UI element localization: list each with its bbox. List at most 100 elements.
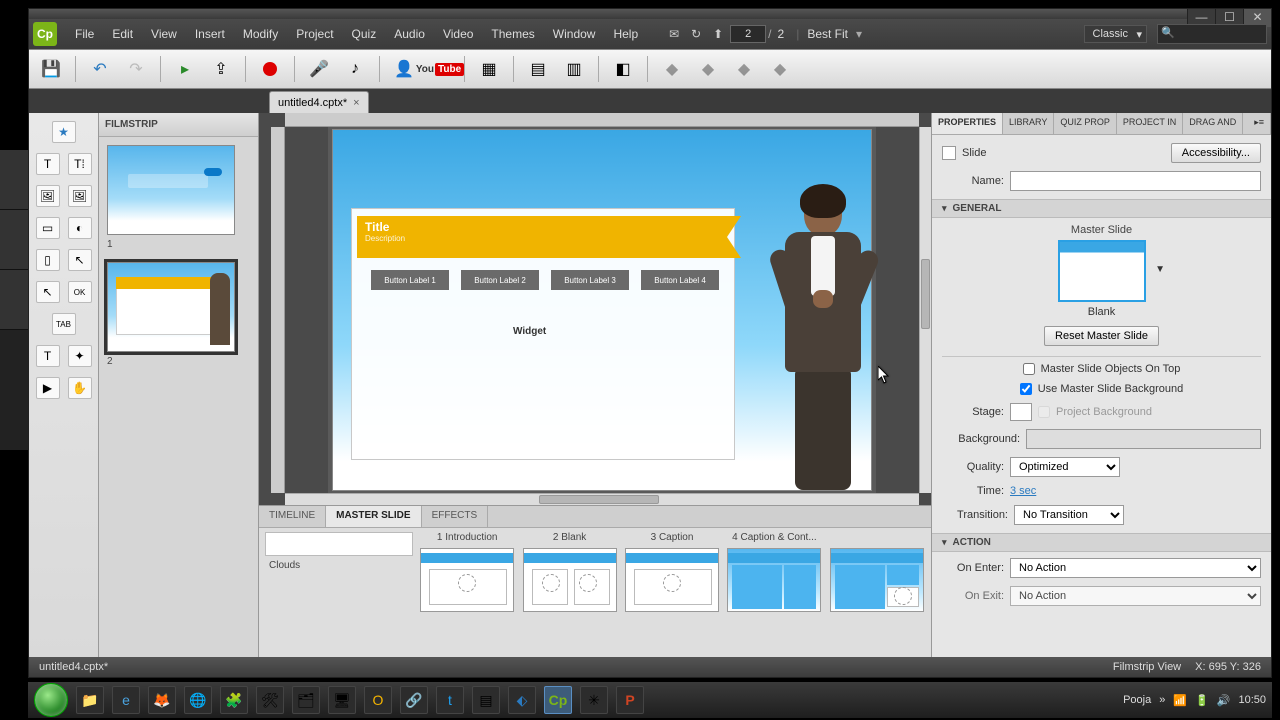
slide-button-1[interactable]: Button Label 1 [371, 270, 449, 290]
tab-drag-and[interactable]: DRAG AND [1183, 113, 1243, 134]
firefox-icon[interactable]: 🦊 [148, 686, 176, 714]
character-actor[interactable] [777, 190, 869, 492]
image-icon[interactable]: 🖼 [36, 185, 60, 207]
menu-window[interactable]: Window [545, 23, 604, 45]
app4-icon[interactable]: 🖥 [328, 686, 356, 714]
menu-insert[interactable]: Insert [187, 23, 233, 45]
chrome-icon[interactable]: 🌐 [184, 686, 212, 714]
dropbox-icon[interactable]: ⬖ [508, 686, 536, 714]
animation-text-icon[interactable]: T [36, 345, 60, 367]
menu-view[interactable]: View [143, 23, 185, 45]
redo-icon[interactable]: ↷ [120, 54, 152, 84]
tray-volume-icon[interactable]: 🔊 [1217, 694, 1231, 707]
transition-select[interactable]: No Transition [1014, 505, 1124, 525]
smart-shape-icon[interactable]: ◐ [68, 217, 92, 239]
master-item-4[interactable]: 4 Caption & Cont... [726, 532, 822, 612]
tab-properties[interactable]: PROPERTIES [932, 113, 1003, 134]
button-tool-icon[interactable]: OK [68, 281, 92, 303]
tray-expand-icon[interactable]: » [1159, 694, 1165, 706]
start-button[interactable] [34, 683, 68, 717]
section-general[interactable]: GENERAL [932, 199, 1271, 218]
tab-master-slide[interactable]: MASTER SLIDE [326, 506, 421, 527]
on-exit-select[interactable]: No Action [1010, 586, 1261, 606]
zoom-dropdown-icon[interactable]: ▾ [850, 27, 862, 41]
app3-icon[interactable]: 🗂 [292, 686, 320, 714]
tab-timeline[interactable]: TIMELINE [259, 506, 326, 527]
publish-icon[interactable]: ⇪ [205, 54, 237, 84]
mouse-icon[interactable]: ↖ [68, 249, 92, 271]
mail-icon[interactable]: ✉ [664, 24, 684, 44]
stage-color-swatch[interactable] [1010, 403, 1032, 421]
tab-effects[interactable]: EFFECTS [422, 506, 489, 527]
title-ribbon[interactable]: Title Description [357, 216, 727, 258]
quality-select[interactable]: Optimized [1010, 457, 1120, 477]
on-enter-select[interactable]: No Action [1010, 558, 1261, 578]
slide-button-3[interactable]: Button Label 3 [551, 270, 629, 290]
hand-tool-icon[interactable]: ✋ [68, 377, 92, 399]
tray-clock[interactable]: 10:50 [1238, 694, 1266, 706]
tray-power-icon[interactable]: 🔋 [1195, 694, 1209, 707]
close-tab-icon[interactable]: × [353, 97, 359, 109]
name-input[interactable] [1010, 171, 1261, 191]
objects-on-top-checkbox[interactable] [1023, 363, 1035, 375]
time-value[interactable]: 3 sec [1010, 485, 1036, 497]
text-entry-icon[interactable]: T⁞ [68, 153, 92, 175]
master-item-2[interactable]: 2 Blank [521, 532, 617, 612]
tray-network-icon[interactable]: 📶 [1173, 694, 1187, 707]
menu-themes[interactable]: Themes [483, 23, 542, 45]
app5-icon[interactable]: 🔗 [400, 686, 428, 714]
menu-edit[interactable]: Edit [104, 23, 141, 45]
section-action[interactable]: ACTION [932, 533, 1271, 552]
click-box-icon[interactable]: ▯ [36, 249, 60, 271]
text-caption-icon[interactable]: T [36, 153, 60, 175]
menu-help[interactable]: Help [605, 23, 646, 45]
cursor-tool-icon[interactable]: ↖ [36, 281, 60, 303]
use-master-bg-checkbox[interactable] [1020, 383, 1032, 395]
rollover-image-icon[interactable]: 🖼 [68, 185, 92, 207]
slides-icon[interactable]: ▦ [473, 54, 505, 84]
document-tab[interactable]: untitled4.cptx* × [269, 91, 369, 113]
reset-master-slide-button[interactable]: Reset Master Slide [1044, 326, 1159, 346]
app6-icon[interactable]: ▤ [472, 686, 500, 714]
music-icon[interactable]: ♪ [339, 54, 371, 84]
master-item-1[interactable]: 1 Introduction [419, 532, 515, 612]
record-icon[interactable] [254, 54, 286, 84]
menu-audio[interactable]: Audio [386, 23, 433, 45]
align4-icon[interactable]: ◆ [764, 54, 796, 84]
tab-tool-icon[interactable]: TAB [52, 313, 76, 335]
master-item-3[interactable]: 3 Caption [624, 532, 720, 612]
menu-file[interactable]: File [67, 23, 102, 45]
search-box[interactable] [1157, 24, 1267, 44]
captivate-taskbar-icon[interactable]: Cp [544, 686, 572, 714]
widget-placeholder[interactable]: Widget [513, 326, 546, 337]
save-icon[interactable]: 💾 [35, 54, 67, 84]
highlight-box-icon[interactable]: ▭ [36, 217, 60, 239]
twitter-icon[interactable]: t [436, 686, 464, 714]
align1-icon[interactable]: ◆ [656, 54, 688, 84]
widget-tool-icon[interactable]: ▶ [36, 377, 60, 399]
filmstrip-slide-2[interactable]: 2 [107, 262, 250, 367]
menu-project[interactable]: Project [288, 23, 341, 45]
zoom-level[interactable]: Best Fit [807, 27, 848, 41]
powerpoint-icon[interactable]: P [616, 686, 644, 714]
accessibility-button[interactable]: Accessibility... [1171, 143, 1261, 163]
panel-menu-icon[interactable]: ▸≡ [1248, 113, 1271, 134]
slide-button-2[interactable]: Button Label 2 [461, 270, 539, 290]
menu-video[interactable]: Video [435, 23, 481, 45]
outlook-icon[interactable]: O [364, 686, 392, 714]
vertical-scrollbar[interactable] [919, 127, 931, 493]
master-item-5[interactable] [829, 532, 925, 612]
tab-quiz-properties[interactable]: QUIZ PROP [1054, 113, 1117, 134]
tray-user[interactable]: Pooja [1123, 694, 1151, 706]
ie-icon[interactable]: e [112, 686, 140, 714]
align2-icon[interactable]: ◆ [692, 54, 724, 84]
app2-icon[interactable]: 🛠 [256, 686, 284, 714]
master-slide-preview[interactable] [1058, 240, 1146, 302]
menu-modify[interactable]: Modify [235, 23, 286, 45]
slide-button-4[interactable]: Button Label 4 [641, 270, 719, 290]
filmstrip-slide-1[interactable]: 1 [107, 145, 250, 250]
star-tool-icon[interactable]: ★ [52, 121, 76, 143]
explorer-icon[interactable]: 📁 [76, 686, 104, 714]
object-icon[interactable]: ◧ [607, 54, 639, 84]
tab-library[interactable]: LIBRARY [1003, 113, 1054, 134]
